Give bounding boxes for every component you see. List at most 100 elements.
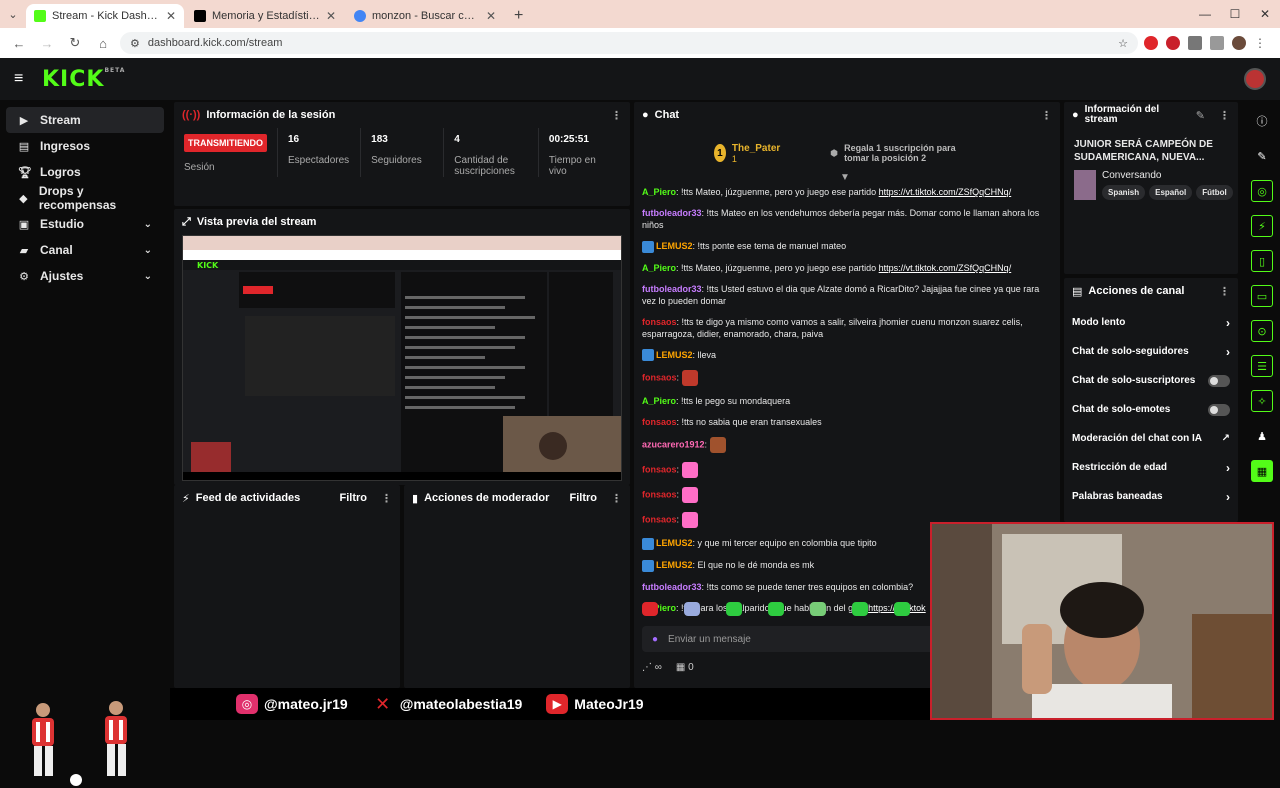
- back-icon[interactable]: ←: [8, 36, 30, 51]
- chat-username[interactable]: futboleador33: [642, 284, 702, 294]
- home-icon[interactable]: ⌂: [92, 36, 114, 51]
- filter-button[interactable]: Filtro: [340, 492, 368, 504]
- studio-icon: ▣: [18, 218, 30, 231]
- emote-icon[interactable]: [810, 602, 826, 616]
- wrench-icon[interactable]: ✧: [1251, 390, 1273, 412]
- chat-username[interactable]: fonsaos: [642, 317, 677, 327]
- chat-link[interactable]: https://vt.tiktok.com/ZSfQqCHNq/: [879, 263, 1012, 273]
- user-icon[interactable]: ♟: [1251, 425, 1273, 447]
- sidebar-item-ajustes[interactable]: ⚙ Ajustes ⌄: [6, 263, 164, 289]
- action-banned-words[interactable]: Palabras baneadas ›: [1064, 482, 1238, 511]
- microphone-icon[interactable]: ●: [652, 634, 658, 645]
- more-options-icon[interactable]: ⋮: [611, 492, 622, 505]
- more-options-icon[interactable]: ⋮: [381, 492, 392, 505]
- action-slow-mode[interactable]: Modo lento ›: [1064, 308, 1238, 337]
- list-icon[interactable]: ☰: [1251, 355, 1273, 377]
- emote-icon[interactable]: [852, 602, 868, 616]
- pencil-icon[interactable]: ✎: [1251, 145, 1273, 167]
- extension-icon[interactable]: [1144, 36, 1158, 50]
- infinity-icon[interactable]: ⋰ ∞: [642, 662, 662, 673]
- filter-button[interactable]: Filtro: [570, 492, 598, 504]
- more-options-icon[interactable]: ⋮: [1219, 109, 1230, 122]
- extension-icon[interactable]: [1166, 36, 1180, 50]
- chat-username[interactable]: futboleador33: [642, 208, 702, 218]
- tab-search-icon[interactable]: ⌄: [0, 0, 26, 28]
- chat-username[interactable]: fonsaos: [642, 417, 677, 427]
- browser-tab-google[interactable]: monzon - Buscar con Google ✕: [346, 4, 504, 28]
- action-ai-moderation[interactable]: Moderación del chat con IA ↗: [1064, 424, 1238, 453]
- chat-username[interactable]: futboleador33: [642, 582, 702, 592]
- close-tab-icon[interactable]: ✕: [486, 9, 496, 23]
- emote-icon[interactable]: [726, 602, 742, 616]
- chat-username[interactable]: A_Piero: [642, 187, 676, 197]
- emote-icon[interactable]: [894, 602, 910, 616]
- chat-username[interactable]: fonsaos: [642, 465, 677, 475]
- browser-tab-x[interactable]: Memoria y Estadísticas del FPC ✕: [186, 4, 344, 28]
- emote-icon[interactable]: [684, 602, 700, 616]
- action-age-restriction[interactable]: Restricción de edad ›: [1064, 453, 1238, 482]
- bolt-icon[interactable]: ⚡︎: [1251, 215, 1273, 237]
- bookmark-star-icon[interactable]: ☆: [1118, 37, 1128, 50]
- new-tab-button[interactable]: +: [506, 4, 531, 28]
- subscribers-only-toggle[interactable]: [1208, 374, 1230, 387]
- puzzle-icon[interactable]: [1188, 36, 1202, 50]
- kick-logo[interactable]: KICKBETA: [42, 67, 125, 92]
- chat-username[interactable]: A_Piero: [642, 263, 676, 273]
- chat-username[interactable]: LEMUS2: [656, 560, 693, 570]
- apps-icon[interactable]: ▦: [1251, 460, 1273, 482]
- hamburger-menu-icon[interactable]: ≡: [14, 70, 28, 88]
- chat-link[interactable]: https://vt.tiktok.com/ZSfQqCHNq/: [879, 187, 1012, 197]
- chat-input-field[interactable]: ● Enviar un mensaje: [642, 626, 942, 652]
- emote-icon[interactable]: [642, 602, 658, 616]
- chat-icon[interactable]: ▭: [1251, 285, 1273, 307]
- url-field[interactable]: ⚙ dashboard.kick.com/stream ☆: [120, 32, 1138, 54]
- playlist-icon[interactable]: [1210, 36, 1224, 50]
- close-tab-icon[interactable]: ✕: [166, 9, 176, 23]
- close-window-icon[interactable]: ✕: [1250, 7, 1280, 21]
- close-tab-icon[interactable]: ✕: [326, 9, 336, 23]
- site-info-icon[interactable]: ⚙: [130, 37, 140, 50]
- more-options-icon[interactable]: ⋮: [611, 109, 622, 122]
- chat-username[interactable]: azucarero1912: [642, 440, 705, 450]
- chat-username[interactable]: fonsaos: [642, 515, 677, 525]
- sidebar-item-ingresos[interactable]: ▤ Ingresos: [6, 133, 164, 159]
- chat-username[interactable]: LEMUS2: [656, 538, 693, 548]
- scroll-down-icon[interactable]: ▼: [840, 172, 850, 183]
- sidebar-item-canal[interactable]: ▰ Canal ⌄: [6, 237, 164, 263]
- pinned-gift-leaderboard[interactable]: 1 The_Pater 1 ⬢ Regala 1 suscripción par…: [634, 128, 1054, 178]
- points-counter[interactable]: ▦ 0: [676, 662, 694, 673]
- user-avatar[interactable]: [1244, 68, 1266, 90]
- chat-username[interactable]: fonsaos: [642, 490, 677, 500]
- menu-kebab-icon[interactable]: ⋮: [1254, 36, 1268, 50]
- broadcast-icon[interactable]: ⊙: [1251, 320, 1273, 342]
- emote-icon[interactable]: [768, 602, 784, 616]
- sidebar-item-drops[interactable]: ◆ Drops y recompensas: [6, 184, 164, 212]
- camera-icon[interactable]: ◎: [1251, 180, 1273, 202]
- document-icon[interactable]: ▯: [1251, 250, 1273, 272]
- session-stats: TRANSMITIENDO Sesión 16 Espectadores 183…: [174, 128, 630, 177]
- chat-username[interactable]: LEMUS2: [656, 241, 693, 251]
- action-followers-only[interactable]: Chat de solo-seguidores ›: [1064, 337, 1238, 366]
- reload-icon[interactable]: ↻: [64, 35, 86, 51]
- maximize-icon[interactable]: ☐: [1220, 7, 1250, 21]
- info-icon[interactable]: ⓘ: [1251, 110, 1273, 132]
- tag[interactable]: Fútbol: [1196, 185, 1233, 200]
- stream-preview-video[interactable]: KICK: [182, 235, 622, 481]
- social-x: ✕ @mateolabestia19: [372, 694, 522, 714]
- tag[interactable]: Spanish: [1102, 185, 1146, 200]
- profile-avatar-icon[interactable]: [1232, 36, 1246, 50]
- more-options-icon[interactable]: ⋮: [1041, 109, 1052, 122]
- tag[interactable]: Español: [1149, 185, 1193, 200]
- sidebar-item-estudio[interactable]: ▣ Estudio ⌄: [6, 211, 164, 237]
- more-options-icon[interactable]: ⋮: [1219, 285, 1230, 298]
- chat-username[interactable]: LEMUS2: [656, 350, 693, 360]
- chat-username[interactable]: fonsaos: [642, 373, 677, 383]
- browser-tab-kick[interactable]: Stream - Kick Dashboard ✕: [26, 4, 184, 28]
- emotes-only-toggle[interactable]: [1208, 403, 1230, 416]
- sidebar-item-stream[interactable]: ▶ Stream: [6, 107, 164, 133]
- forward-icon[interactable]: →: [36, 36, 58, 51]
- minimize-icon[interactable]: —: [1190, 7, 1220, 21]
- chat-username[interactable]: A_Piero: [642, 396, 676, 406]
- sidebar-item-logros[interactable]: 🏆︎ Logros: [6, 159, 164, 185]
- edit-icon[interactable]: ✎: [1196, 109, 1205, 122]
